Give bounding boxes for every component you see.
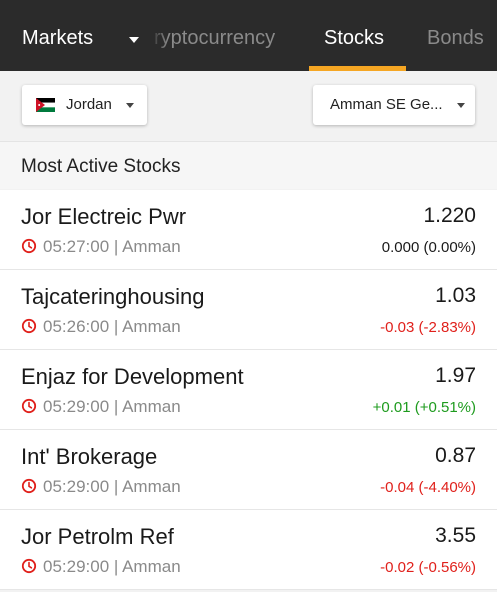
stock-row[interactable]: Jor Electreic Pwr 1.220 05:27:00 | Amman…	[0, 190, 497, 270]
category-tabs: ryptocurrency Stocks Bonds	[150, 0, 497, 71]
tab-bonds[interactable]: Bonds	[427, 27, 484, 50]
tabs-fade-overlay	[150, 0, 168, 71]
country-dropdown[interactable]: Jordan	[22, 85, 147, 125]
stock-name: Int' Brokerage	[21, 444, 158, 469]
section-header: Most Active Stocks	[0, 141, 497, 189]
clock-icon	[21, 478, 37, 494]
stock-time: 05:29:00 | Amman	[43, 477, 181, 496]
stock-time: 05:29:00 | Amman	[43, 397, 181, 416]
filter-bar: Jordan Amman SE Ge...	[0, 71, 497, 141]
chevron-down-icon[interactable]	[129, 37, 139, 43]
stock-price: 3.55	[435, 524, 476, 547]
clock-icon	[21, 558, 37, 574]
clock-icon	[21, 398, 37, 414]
clock-icon	[21, 238, 37, 254]
stock-price: 0.87	[435, 444, 476, 467]
stock-price: 1.03	[435, 284, 476, 307]
tab-cryptocurrency[interactable]: ryptocurrency	[154, 27, 275, 50]
markets-menu-title[interactable]: Markets	[22, 27, 93, 50]
clock-icon	[21, 318, 37, 334]
top-app-bar: Markets ryptocurrency Stocks Bonds	[0, 0, 497, 71]
stock-price: 1.220	[423, 204, 476, 227]
stock-row[interactable]: Jor Petrolm Ref 3.55 05:29:00 | Amman -0…	[0, 510, 497, 590]
caret-down-icon	[126, 103, 134, 108]
section-title: Most Active Stocks	[21, 156, 181, 177]
jordan-flag-icon	[36, 98, 55, 112]
exchange-dropdown[interactable]: Amman SE Ge...	[313, 85, 475, 125]
stock-change: -0.02 (-0.56%)	[380, 559, 476, 576]
stock-change: -0.03 (-2.83%)	[380, 319, 476, 336]
country-dropdown-label: Jordan	[66, 96, 112, 113]
caret-down-icon	[457, 103, 465, 108]
stock-row[interactable]: Int' Brokerage 0.87 05:29:00 | Amman -0.…	[0, 430, 497, 510]
stock-list: Jor Electreic Pwr 1.220 05:27:00 | Amman…	[0, 190, 497, 590]
stock-price: 1.97	[435, 364, 476, 387]
stock-name: Jor Petrolm Ref	[21, 524, 174, 549]
stock-change: -0.04 (-4.40%)	[380, 479, 476, 496]
stock-time: 05:27:00 | Amman	[43, 237, 181, 256]
exchange-dropdown-label: Amman SE Ge...	[330, 96, 443, 113]
stock-row[interactable]: Enjaz for Development 1.97 05:29:00 | Am…	[0, 350, 497, 430]
stock-time: 05:26:00 | Amman	[43, 317, 181, 336]
tab-stocks[interactable]: Stocks	[324, 27, 384, 50]
stock-time: 05:29:00 | Amman	[43, 557, 181, 576]
stock-change: +0.01 (+0.51%)	[372, 399, 476, 416]
stock-change: 0.000 (0.00%)	[381, 239, 476, 256]
stock-name: Jor Electreic Pwr	[21, 204, 187, 229]
stock-name: Tajcateringhousing	[21, 284, 205, 309]
stock-row[interactable]: Tajcateringhousing 1.03 05:26:00 | Amman…	[0, 270, 497, 350]
stock-name: Enjaz for Development	[21, 364, 244, 389]
